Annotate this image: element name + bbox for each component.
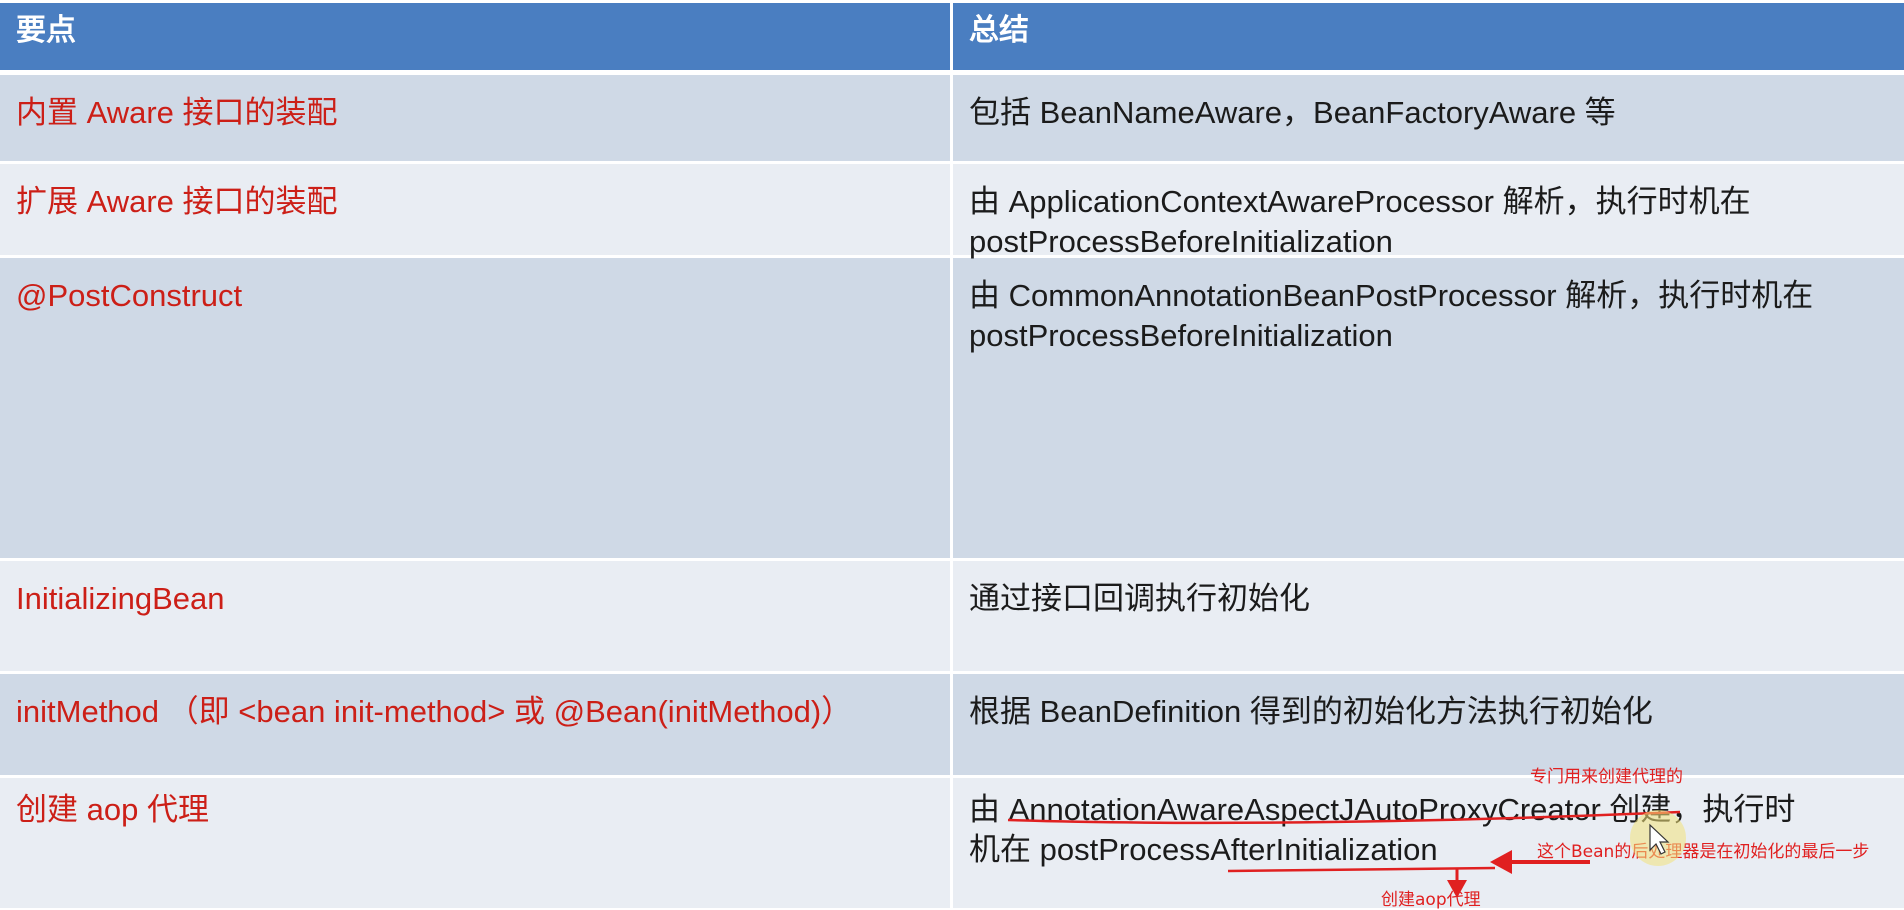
underline-stroke bbox=[1007, 810, 1681, 825]
underline-stroke bbox=[1227, 866, 1496, 873]
arrow-left-head bbox=[1490, 850, 1512, 874]
annotation-strokes bbox=[1007, 810, 1686, 898]
arrow-down-head bbox=[1447, 880, 1467, 898]
